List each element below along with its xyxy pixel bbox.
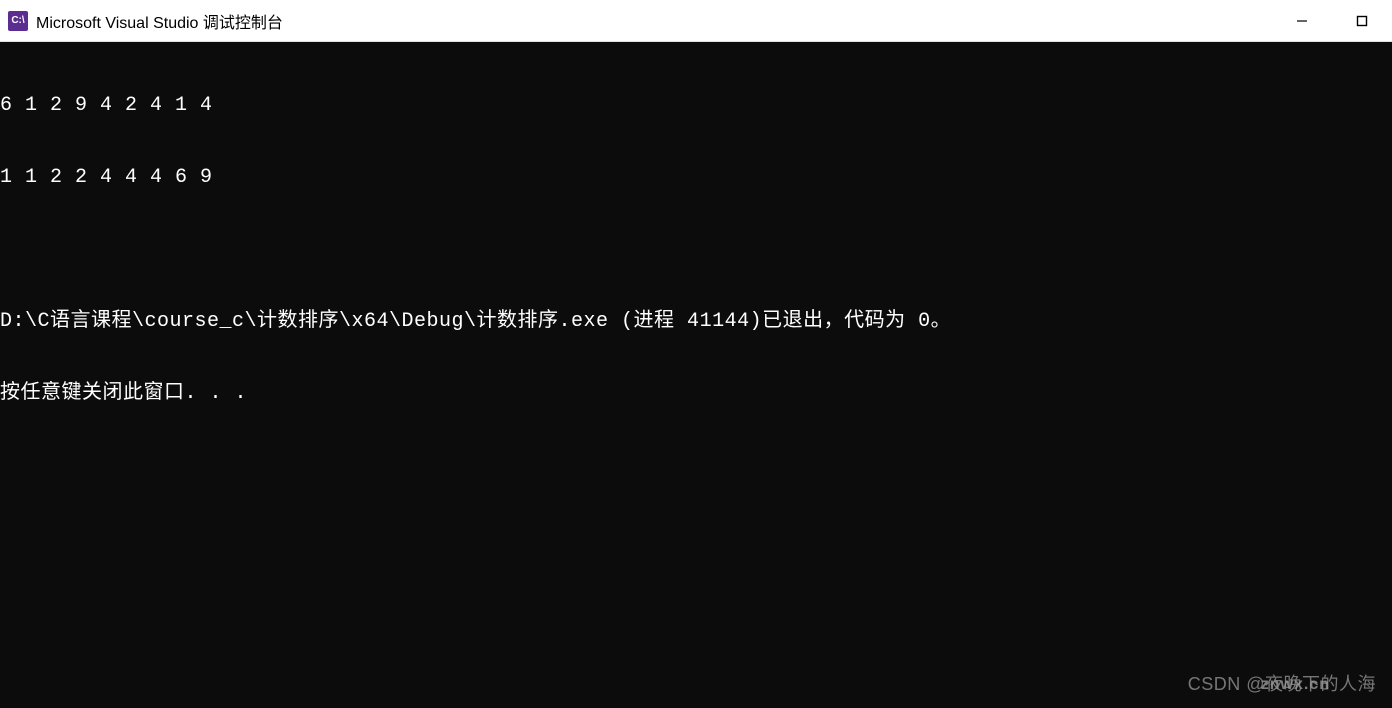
titlebar: C:\ Microsoft Visual Studio 调试控制台 — [0, 0, 1392, 42]
window-title: Microsoft Visual Studio 调试控制台 — [36, 9, 283, 33]
maximize-icon — [1356, 15, 1368, 27]
console-output: 6 1 2 9 4 2 4 1 4 1 1 2 2 4 4 4 6 9 D:\C… — [0, 42, 1392, 430]
press-any-key-line: 按任意键关闭此窗口. . . — [0, 382, 1392, 406]
app-icon: C:\ — [8, 11, 28, 31]
output-line: 6 1 2 9 4 2 4 1 4 — [0, 94, 1392, 118]
window-controls — [1272, 0, 1392, 41]
minimize-icon — [1296, 15, 1308, 27]
maximize-button[interactable] — [1332, 0, 1392, 41]
exit-status-line: D:\C语言课程\course_c\计数排序\x64\Debug\计数排序.ex… — [0, 310, 1392, 334]
blank-line — [0, 238, 1392, 262]
output-line: 1 1 2 2 4 4 4 6 9 — [0, 166, 1392, 190]
minimize-button[interactable] — [1272, 0, 1332, 41]
watermark-text: CSDN @夜晚下的人海 — [1188, 670, 1376, 696]
titlebar-left: C:\ Microsoft Visual Studio 调试控制台 — [8, 9, 283, 33]
